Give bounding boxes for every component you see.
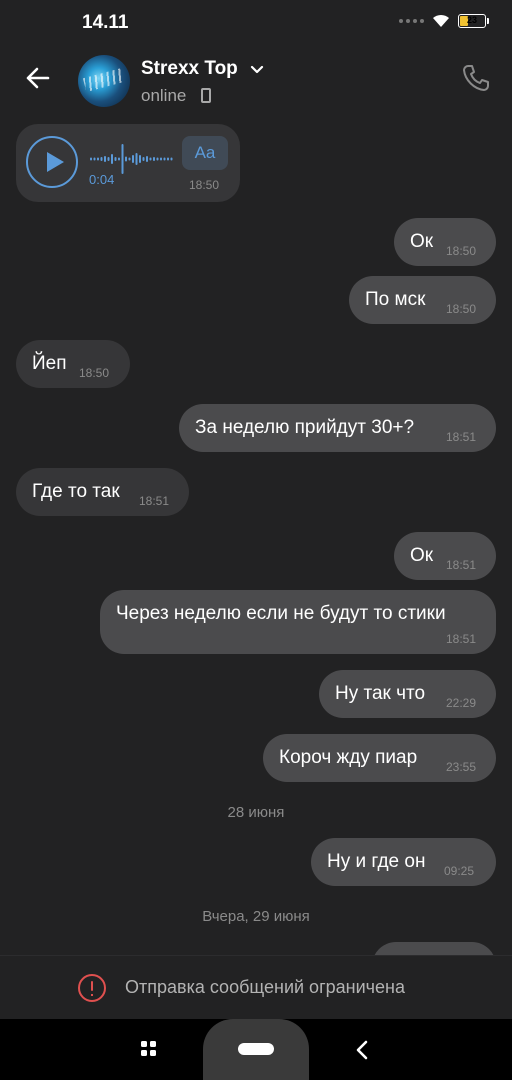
- message-bubble-outgoing[interactable]: Ну и где он 09:25: [311, 838, 496, 886]
- message-text: Ну и где он: [327, 851, 426, 872]
- message-text: Йеп: [32, 353, 67, 374]
- message-bubble-outgoing[interactable]: Через неделю если не будут то стики 18:5…: [100, 590, 496, 654]
- avatar[interactable]: [78, 55, 130, 107]
- waveform-bar: [135, 153, 138, 165]
- waveform-bar: [142, 157, 145, 161]
- message-text: Ок: [410, 231, 434, 252]
- waveform-bar: [97, 157, 99, 161]
- message-list[interactable]: 0:04 Aa 18:50 Ок 18:50 По мск 18:50 Йеп …: [0, 116, 512, 955]
- message-text: Через неделю если не будут то стики: [116, 603, 446, 624]
- waveform-bar: [170, 157, 173, 161]
- waveform[interactable]: [90, 142, 174, 176]
- contact-name[interactable]: Strexx Top: [141, 58, 238, 80]
- date-separator: Вчера, 29 июня: [202, 908, 310, 925]
- waveform-bar: [125, 156, 127, 162]
- waveform-bar: [128, 157, 131, 161]
- waveform-bar: [104, 156, 106, 162]
- waveform-bar: [156, 157, 159, 161]
- wifi-icon: [433, 14, 449, 27]
- message-time: 23:55: [446, 760, 477, 774]
- status-icons: 23: [399, 14, 489, 28]
- waveform-bar: [111, 154, 113, 164]
- waveform-bar: [100, 157, 103, 161]
- message-text: За неделю прийдут 30+?: [195, 417, 415, 438]
- waveform-bar: [167, 157, 169, 161]
- message-text: Ок: [410, 545, 434, 566]
- message-time: 18:50: [446, 244, 477, 258]
- message-time: 18:51: [446, 632, 477, 646]
- message-time: 18:51: [446, 430, 477, 444]
- signal-icon: [399, 19, 424, 23]
- message-text: По мск: [365, 289, 426, 310]
- battery-level: 23: [466, 15, 477, 25]
- battery-icon: 23: [458, 14, 489, 28]
- play-icon[interactable]: [26, 136, 78, 188]
- message-time: 18:51: [446, 558, 477, 572]
- message-time: 22:29: [446, 696, 477, 710]
- home-button[interactable]: [203, 1019, 309, 1080]
- restriction-text: Отправка сообщений ограничена: [125, 977, 405, 997]
- message-bubble-outgoing[interactable]: Короч жду пиар 23:55: [263, 734, 496, 782]
- mobile-device-icon: [201, 88, 211, 103]
- waveform-bar: [139, 155, 141, 163]
- message-bubble-outgoing[interactable]: Ок 18:51: [394, 532, 496, 580]
- chat-header: Strexx Top online: [0, 44, 512, 116]
- waveform-bar: [146, 156, 148, 162]
- system-nav-bar: [0, 1019, 512, 1080]
- voice-duration: 0:04: [89, 172, 115, 187]
- message-bubble-outgoing[interactable]: По мск 18:50: [349, 276, 496, 324]
- message-bubble-incoming[interactable]: Где то так 18:51: [16, 468, 189, 516]
- waveform-bar: [121, 144, 124, 174]
- transcribe-button[interactable]: Aa: [182, 136, 228, 170]
- waveform-bar: [107, 157, 110, 161]
- waveform-bar: [90, 157, 92, 161]
- waveform-bar: [114, 157, 117, 161]
- message-bubble-outgoing[interactable]: [372, 942, 496, 955]
- message-text: Короч жду пиар: [279, 747, 418, 768]
- message-time: 18:50: [189, 178, 220, 192]
- waveform-bar: [160, 157, 162, 161]
- message-time: 18:50: [79, 366, 110, 380]
- waveform-bar: [93, 157, 96, 161]
- back-arrow-icon[interactable]: [20, 60, 56, 96]
- message-text: Где то так: [32, 481, 120, 502]
- status-time: 14.11: [82, 12, 129, 33]
- nav-back-icon[interactable]: [352, 1039, 372, 1061]
- phone-call-icon[interactable]: [460, 62, 492, 94]
- waveform-bar: [153, 157, 155, 161]
- message-bubble-outgoing[interactable]: Ну так что 22:29: [319, 670, 496, 718]
- message-time: 18:51: [139, 494, 170, 508]
- date-separator: 28 июня: [227, 804, 285, 821]
- message-text: Ну так что: [335, 683, 426, 704]
- status-bar: 14.11 23: [0, 0, 512, 44]
- alert-icon: [78, 974, 106, 1002]
- recent-apps-icon[interactable]: [141, 1041, 159, 1059]
- message-restriction-bar: Отправка сообщений ограничена: [0, 955, 512, 1019]
- message-time: 18:50: [446, 302, 477, 316]
- message-time: 09:25: [444, 864, 475, 878]
- chevron-down-icon[interactable]: [250, 64, 264, 74]
- waveform-bar: [132, 155, 134, 163]
- message-bubble-outgoing[interactable]: За неделю прийдут 30+? 18:51: [179, 404, 496, 452]
- waveform-bar: [118, 157, 120, 161]
- contact-status: online: [141, 86, 187, 105]
- message-bubble-outgoing[interactable]: Ок 18:50: [394, 218, 496, 266]
- voice-message-bubble[interactable]: 0:04 Aa 18:50: [16, 124, 240, 202]
- waveform-bar: [163, 157, 166, 161]
- message-bubble-incoming[interactable]: Йеп 18:50: [16, 340, 130, 388]
- waveform-bar: [149, 157, 152, 161]
